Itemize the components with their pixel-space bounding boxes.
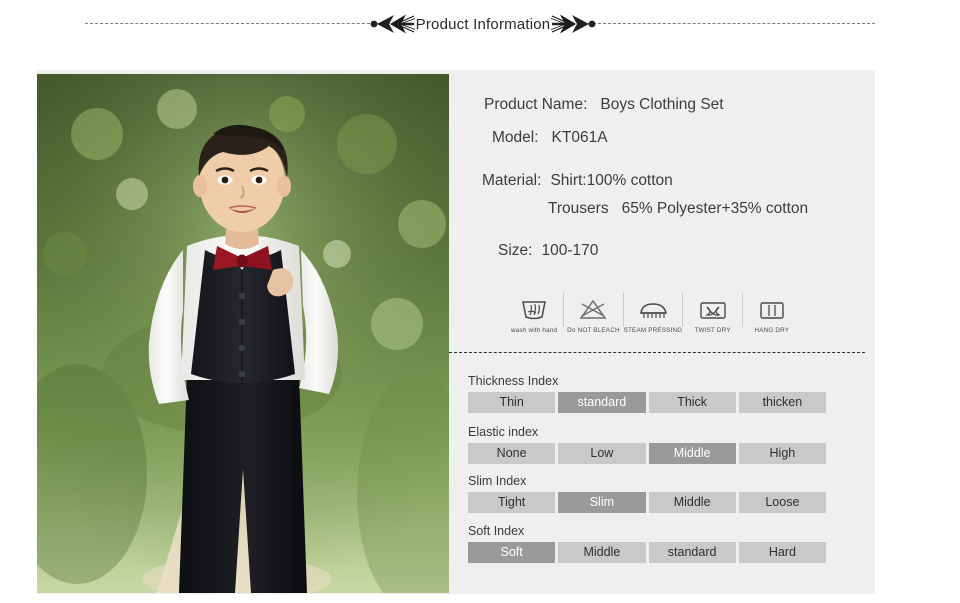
index-title: Elastic index — [468, 425, 539, 439]
index-block-slim: Slim Index Tight Slim Middle Loose — [468, 474, 826, 513]
product-photo — [37, 74, 449, 593]
care-label: STEAM PRESSING — [623, 327, 683, 334]
care-item-do-not-bleach: Do NOT BLEACH — [564, 288, 622, 334]
page-title: Product Information — [415, 15, 551, 33]
index-option-cell[interactable]: Middle — [648, 443, 736, 464]
index-option-cell[interactable]: Thin — [468, 392, 556, 413]
spec-row-model: Model: KT061A — [492, 129, 870, 147]
care-item-hang-dry: HANG DRY — [743, 288, 801, 334]
size-value: 100-170 — [541, 242, 599, 259]
index-option-cell[interactable]: High — [738, 443, 826, 464]
care-symbol-row: wash with hand Do NOT BLEACH STEAM PRESS… — [505, 288, 801, 334]
index-option-cell[interactable]: Hard — [738, 542, 826, 563]
product-spec-list: Product Name: Boys Clothing Set Model: K… — [470, 96, 870, 260]
care-label: wash with hand — [511, 327, 558, 334]
double-chevron-left-icon — [370, 14, 415, 34]
index-option-cell[interactable]: Soft — [468, 542, 556, 563]
section-divider — [449, 352, 865, 353]
trousers-value: 65% Polyester+35% cotton — [621, 200, 809, 217]
index-title: Soft Index — [468, 524, 525, 538]
index-option-cell[interactable]: standard — [648, 542, 736, 563]
index-block-elastic: Elastic index None Low Middle High — [468, 425, 826, 464]
care-label: Do NOT BLEACH — [567, 327, 620, 334]
index-options-row: Thin standard Thick thicken — [468, 392, 826, 413]
index-option-cell[interactable]: Low — [558, 443, 646, 464]
index-option-cell[interactable]: Middle — [648, 492, 736, 513]
index-block-soft: Soft Index Soft Middle standard Hard — [468, 524, 826, 563]
hang-dry-icon — [757, 297, 787, 323]
index-option-cell[interactable]: thicken — [738, 392, 826, 413]
product-name-value: Boys Clothing Set — [600, 96, 724, 113]
index-options-row: Soft Middle standard Hard — [468, 542, 826, 563]
header-title-group: Product Information — [370, 6, 596, 42]
spec-row-trousers: Trousers 65% Polyester+35% cotton — [548, 200, 870, 218]
trousers-label: Trousers — [548, 200, 609, 217]
steam-press-icon — [637, 297, 669, 323]
care-label: TWIST DRY — [694, 327, 731, 334]
care-item-steam-pressing: STEAM PRESSING — [624, 288, 683, 334]
spec-row-product-name: Product Name: Boys Clothing Set — [484, 96, 870, 114]
twist-dry-icon — [698, 297, 728, 323]
care-item-hand-wash: wash with hand — [505, 288, 563, 334]
page-header: Product Information — [0, 0, 960, 48]
material-label: Material: — [482, 172, 542, 189]
product-information-page: Product Information Product Name: Boys C… — [0, 0, 960, 603]
index-option-cell[interactable]: None — [468, 443, 556, 464]
care-item-twist-dry: TWIST DRY — [683, 288, 741, 334]
index-option-cell[interactable]: Loose — [738, 492, 826, 513]
index-option-cell[interactable]: standard — [558, 392, 646, 413]
double-chevron-right-icon — [551, 14, 596, 34]
model-value: KT061A — [551, 129, 608, 146]
header-dashed-line-left — [85, 23, 390, 24]
index-option-cell[interactable]: Thick — [648, 392, 736, 413]
size-label: Size: — [498, 242, 533, 259]
index-block-thickness: Thickness Index Thin standard Thick thic… — [468, 374, 826, 413]
model-label: Model: — [492, 129, 539, 146]
index-title: Slim Index — [468, 474, 527, 488]
header-dashed-line-right — [578, 23, 875, 24]
material-shirt-value: Shirt:100% cotton — [550, 172, 673, 189]
index-options-row: Tight Slim Middle Loose — [468, 492, 826, 513]
index-option-cell[interactable]: Tight — [468, 492, 556, 513]
care-label: HANG DRY — [754, 327, 790, 334]
spec-row-size: Size: 100-170 — [498, 242, 870, 260]
index-option-cell[interactable]: Slim — [558, 492, 646, 513]
product-name-label: Product Name: — [484, 96, 588, 113]
index-option-cell[interactable]: Middle — [558, 542, 646, 563]
index-options-row: None Low Middle High — [468, 443, 826, 464]
index-title: Thickness Index — [468, 374, 559, 388]
hand-wash-icon — [519, 297, 549, 323]
spec-row-material: Material: Shirt:100% cotton — [482, 172, 870, 190]
do-not-bleach-icon — [578, 297, 608, 323]
